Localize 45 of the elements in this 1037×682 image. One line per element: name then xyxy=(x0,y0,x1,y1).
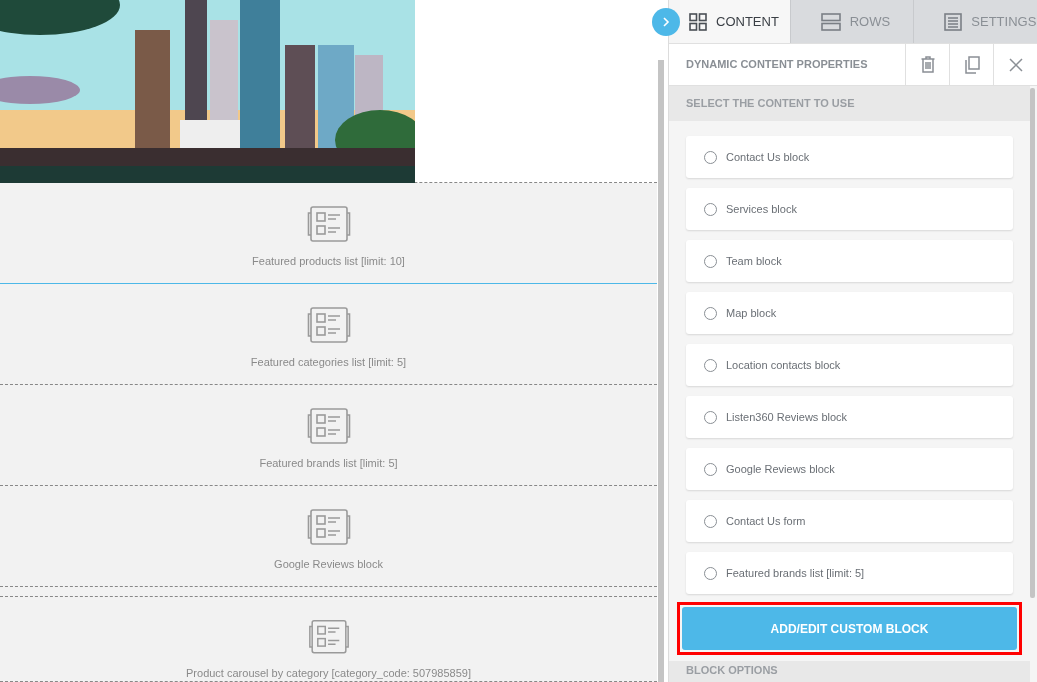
content-option[interactable]: Listen360 Reviews block xyxy=(686,396,1013,438)
close-icon xyxy=(1008,57,1023,72)
content-option[interactable]: Google Reviews block xyxy=(686,448,1013,490)
block-label: Featured brands list [limit: 5] xyxy=(259,456,398,471)
content-block-icon xyxy=(306,407,351,445)
section-header: BLOCK OPTIONS xyxy=(669,661,1030,682)
chevron-right-icon xyxy=(662,17,670,27)
option-label: Location contacts block xyxy=(726,357,841,373)
rows-icon xyxy=(820,12,841,31)
content-block[interactable]: Featured products list [limit: 10] xyxy=(0,183,657,284)
content-option[interactable]: Team block xyxy=(686,240,1013,282)
grid-icon xyxy=(689,12,707,31)
document-icon xyxy=(944,12,963,31)
content-block[interactable]: Featured brands list [limit: 5] xyxy=(0,385,657,486)
scrollbar-thumb[interactable] xyxy=(658,60,664,682)
option-label: Listen360 Reviews block xyxy=(726,409,848,425)
block-label: Featured categories list [limit: 5] xyxy=(250,355,407,370)
content-block[interactable]: Google Reviews block xyxy=(0,486,657,587)
option-label: Team block xyxy=(726,253,782,269)
content-block-icon xyxy=(306,306,351,344)
trash-icon xyxy=(920,56,935,73)
option-label: Google Reviews block xyxy=(726,461,835,477)
content-option[interactable]: Featured brands list [limit: 5] xyxy=(686,552,1013,594)
option-label: Services block xyxy=(726,201,797,217)
content-option[interactable]: Contact Us form xyxy=(686,500,1013,542)
content-option[interactable]: Services block xyxy=(686,188,1013,230)
content-option[interactable]: Map block xyxy=(686,292,1013,334)
content-block-icon xyxy=(306,205,351,243)
block-label: Google Reviews block xyxy=(274,557,383,572)
content-option[interactable]: Contact Us block xyxy=(686,136,1013,178)
block-label: Featured products list [limit: 10] xyxy=(252,254,405,269)
option-label: Featured brands list [limit: 5] xyxy=(726,565,865,581)
option-label: Map block xyxy=(726,305,777,321)
content-block-icon xyxy=(306,508,351,546)
option-label: Contact Us form xyxy=(726,513,806,529)
scrollbar-thumb[interactable] xyxy=(1030,88,1035,598)
content-block[interactable]: Product carousel by category [category_code: 507985859] xyxy=(0,597,657,682)
content-option[interactable]: Location contacts block xyxy=(686,344,1013,386)
block-label: Product carousel by category [category_code: 507985859] xyxy=(186,665,471,681)
content-block[interactable]: Featured categories list [limit: 5] xyxy=(0,284,657,385)
option-label: Contact Us block xyxy=(726,149,810,165)
section-header: SELECT THE CONTENT TO USE xyxy=(669,86,1030,121)
content-block-icon xyxy=(306,619,351,655)
panel-title: DYNAMIC CONTENT PROPERTIES xyxy=(685,57,869,73)
copy-icon xyxy=(963,55,980,74)
